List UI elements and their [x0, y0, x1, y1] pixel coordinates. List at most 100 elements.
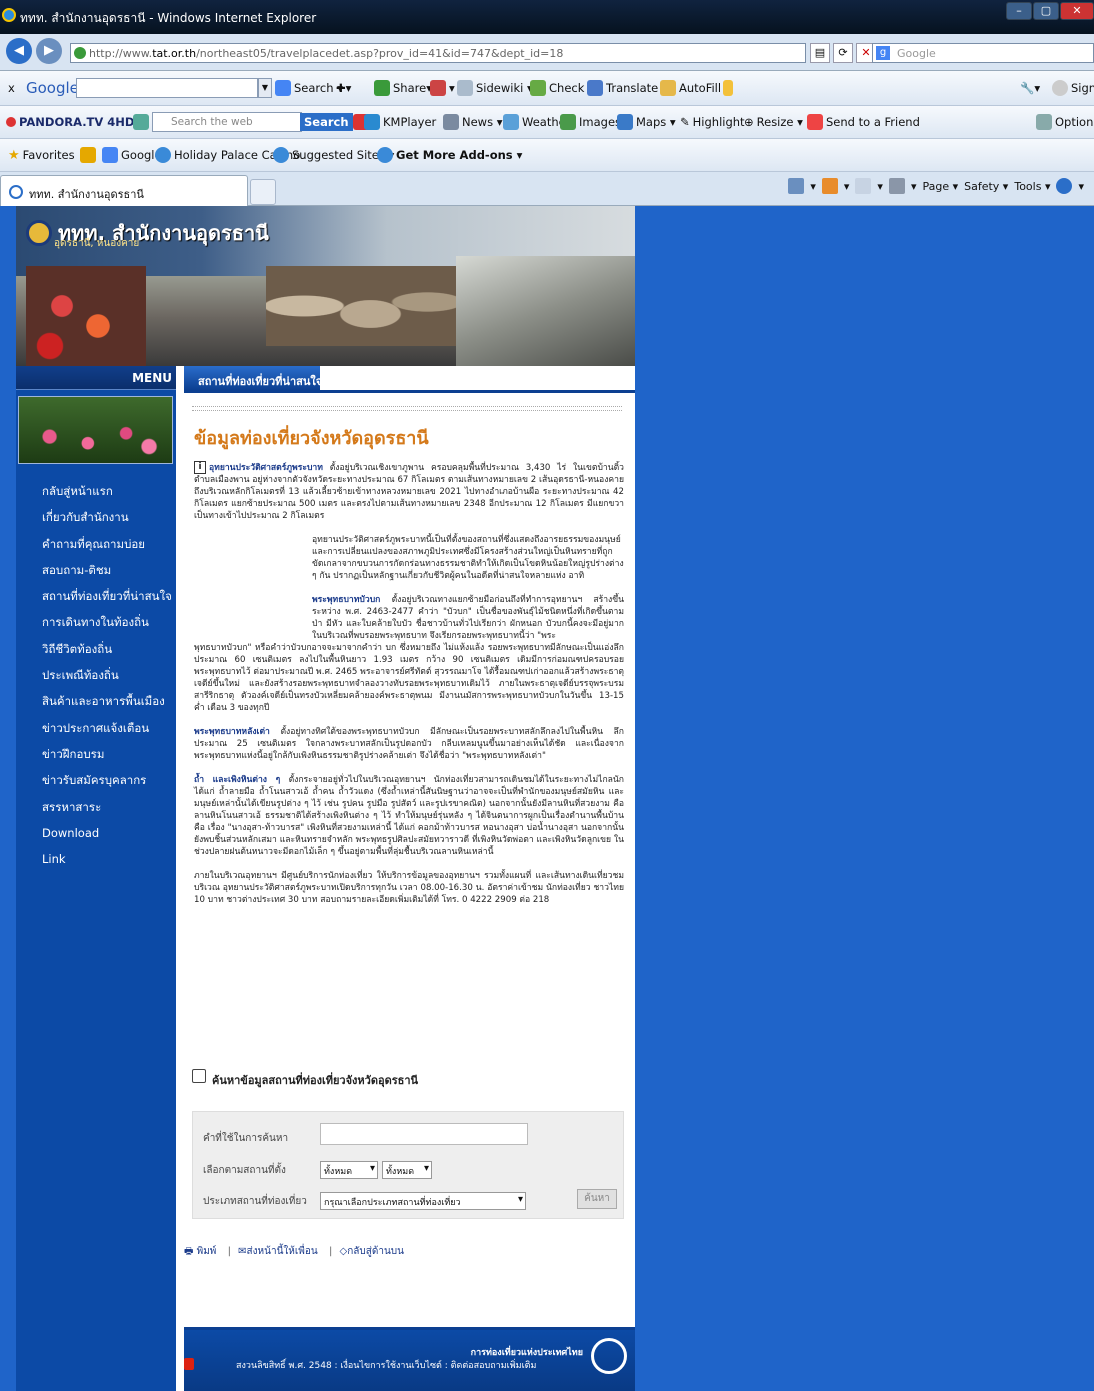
search-submit-button[interactable]: ค้นหา: [577, 1189, 617, 1209]
google-toolbar-input[interactable]: [76, 78, 258, 98]
images-button[interactable]: Images: [560, 106, 621, 138]
images-icon: [560, 114, 576, 130]
menu-item-download[interactable]: Download: [16, 820, 176, 846]
kmplayer-button[interactable]: KMPlayer: [364, 106, 436, 138]
banner-rock-image: [456, 256, 635, 366]
options-button[interactable]: Options: [1036, 106, 1094, 138]
home-icon[interactable]: [788, 178, 805, 194]
menu-item-tradition[interactable]: ประเพณีท้องถิ่น: [16, 662, 176, 688]
menu-item-about[interactable]: เกี่ยวกับสำนักงาน: [16, 504, 176, 530]
section-tab-underline: [184, 390, 635, 393]
back-to-top-label: กลับสู่ด้านบน: [347, 1246, 404, 1257]
google-toolbar-dropdown[interactable]: ▼: [258, 78, 272, 98]
highlight-button[interactable]: ✎ Highlight: [680, 106, 745, 138]
menu-item-faq[interactable]: คำถามที่คุณถามบ่อย: [16, 531, 176, 557]
article-paragraph: ภายในบริเวณอุทยานฯ มีศูนย์บริการนักท่องเ…: [194, 871, 624, 905]
pandora-brand[interactable]: PANDORA.TV 4HD ▾: [6, 106, 144, 138]
check-button[interactable]: Check ▾: [530, 71, 594, 105]
send-to-friend-link[interactable]: ✉ส่งหน้านี้ให้เพื่อน: [238, 1246, 322, 1257]
info-icon: i: [194, 461, 206, 474]
pencil-icon[interactable]: [723, 71, 736, 105]
maps-label: Maps: [636, 115, 667, 129]
search-box[interactable]: g Google: [872, 43, 1094, 63]
print-dropdown[interactable]: ▾: [911, 180, 917, 193]
close-window-button[interactable]: ✕: [1060, 2, 1094, 20]
bookmark-button[interactable]: ▾: [430, 71, 455, 105]
subdistrict-select[interactable]: ทั้งหมด: [382, 1161, 432, 1179]
google-search-button[interactable]: Search ▾: [275, 71, 343, 105]
feeds-dropdown[interactable]: ▾: [844, 180, 850, 193]
menu-item-training[interactable]: ข่าวฝึกอบรม: [16, 741, 176, 767]
district-select[interactable]: ทั้งหมด: [320, 1161, 378, 1179]
page-menu[interactable]: Page ▾: [922, 180, 958, 193]
share-button[interactable]: Share▾: [374, 71, 432, 105]
section-tab: สถานที่ท่องเที่ยวที่น่าสนใจ: [184, 366, 322, 390]
separator: |: [227, 1246, 231, 1257]
keyword-input[interactable]: [320, 1123, 528, 1145]
compat-view-icon[interactable]: ▤: [810, 43, 830, 63]
forward-button[interactable]: ▶: [36, 38, 62, 64]
help-dropdown[interactable]: ▾: [1078, 180, 1084, 193]
menu-item-recruitment[interactable]: ข่าวรับสมัครบุคลากร: [16, 767, 176, 793]
refresh-button[interactable]: ⟳: [833, 43, 853, 63]
resize-button[interactable]: ⊕ Resize ▾: [744, 106, 803, 138]
menu-item-announcements[interactable]: ข่าวประกาศแจ้งเตือน: [16, 715, 176, 741]
menu-item-transport[interactable]: การเดินทางในท้องถิ่น: [16, 609, 176, 635]
send-to-friend-button[interactable]: Send to a Friend: [807, 106, 920, 138]
pandora-search-label: Search: [300, 113, 353, 131]
footer-copyright[interactable]: สงวนลิขสิทธิ์ พ.ศ. 2548 : เงื่อนไขการใช้…: [236, 1358, 536, 1372]
maximize-button[interactable]: ▢: [1033, 2, 1059, 20]
options-icon: [1036, 114, 1052, 130]
minimize-button[interactable]: –: [1006, 2, 1032, 20]
news-button[interactable]: News ▾: [443, 106, 503, 138]
home-dropdown[interactable]: ▾: [810, 180, 816, 193]
browser-tab[interactable]: ททท. สำนักงานอุดรธานี: [0, 175, 248, 206]
menu-item-attractions[interactable]: สถานที่ท่องเที่ยวที่น่าสนใจ: [16, 583, 176, 609]
help-icon[interactable]: [1056, 178, 1073, 194]
maps-button[interactable]: Maps ▾: [617, 106, 676, 138]
autofill-button[interactable]: AutoFill ▾: [660, 71, 731, 105]
tools-menu[interactable]: Tools ▾: [1014, 180, 1050, 193]
fav-get-addons[interactable]: Get More Add-ons ▾: [377, 139, 522, 171]
web-page: ททท. สำนักงานอุดรธานี อุดรธานี, หนองคาย …: [16, 206, 635, 1391]
menu-item-contact[interactable]: สอบถาม-ติชม: [16, 557, 176, 583]
menu-item-procurement[interactable]: สรรหาสาระ: [16, 794, 176, 820]
type-select[interactable]: กรุณาเลือกประเภทสถานที่ท่องเที่ยว: [320, 1192, 526, 1210]
favorites-button[interactable]: ★ Favorites: [8, 139, 75, 171]
favorites-bar: ★ Favorites Google Holiday Palace Casino …: [0, 139, 1094, 172]
menu-item-home[interactable]: กลับสู่หน้าแรก: [16, 478, 176, 504]
pandora-search-input[interactable]: Search the web: [133, 106, 302, 138]
back-button[interactable]: ◀: [6, 38, 32, 64]
mail-dropdown[interactable]: ▾: [877, 180, 883, 193]
url-field[interactable]: http://www.tat.or.th/northeast05/travelp…: [70, 43, 806, 63]
safety-menu[interactable]: Safety ▾: [964, 180, 1008, 193]
mail-icon[interactable]: [855, 178, 872, 194]
wrench-icon[interactable]: 🔧▾: [1020, 71, 1040, 105]
site-banner: ททท. สำนักงานอุดรธานี อุดรธานี, หนองคาย: [16, 206, 635, 366]
menu-item-link[interactable]: Link: [16, 846, 176, 872]
sidewiki-button[interactable]: Sidewiki ▾: [457, 71, 533, 105]
tab-title: ททท. สำนักงานอุดรธานี: [29, 188, 144, 201]
new-tab-button[interactable]: [250, 179, 276, 205]
plus-icon[interactable]: ✚▾: [336, 71, 351, 105]
back-to-top-link[interactable]: ◇กลับสู่ด้านบน: [340, 1246, 408, 1257]
star-icon: ★: [8, 147, 20, 163]
feeds-icon[interactable]: [821, 178, 838, 194]
print-icon[interactable]: [888, 178, 905, 194]
fav-google[interactable]: Google: [102, 139, 162, 171]
menu-item-products[interactable]: สินค้าและอาหารพื้นเมือง: [16, 688, 176, 714]
sidewiki-label: Sidewiki: [476, 81, 524, 95]
add-favorite-icon[interactable]: [80, 139, 99, 171]
print-link[interactable]: 🖶 พิมพ์: [184, 1246, 220, 1257]
google-toolbar-close[interactable]: x: [8, 71, 15, 105]
pandora-search-button[interactable]: Search: [300, 106, 372, 138]
url-prefix: http://www.: [89, 47, 153, 60]
menu-item-lifestyle[interactable]: วิถีชีวิตท้องถิ่น: [16, 636, 176, 662]
sign-in-button[interactable]: Sign In: [1052, 71, 1094, 105]
fav-addons-label: Get More Add-ons ▾: [396, 148, 523, 162]
article-paragraph: ตั้งกระจายอยู่ทั่วไปในบริเวณอุทยานฯ นักท…: [194, 775, 624, 857]
translate-button[interactable]: Translate ▾: [587, 71, 668, 105]
article-heading-langtao: พระพุทธบาทหลังเต่า: [194, 727, 270, 737]
addons-icon: [377, 147, 393, 163]
google-fav-icon: [102, 147, 118, 163]
